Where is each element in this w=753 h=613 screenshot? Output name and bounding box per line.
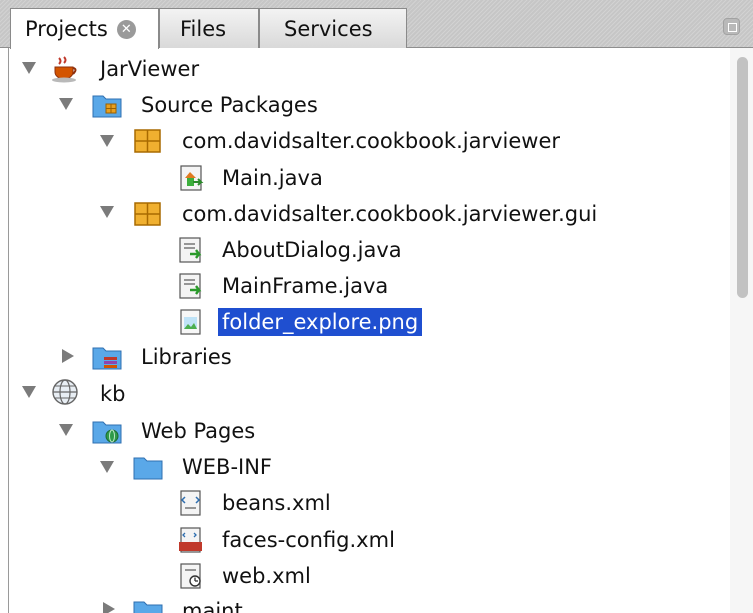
tab-files-label: Files xyxy=(180,16,227,41)
tab-bar: Projects ✕ Files Services xyxy=(0,0,753,49)
tree-item-source-packages[interactable]: Source Packages xyxy=(141,91,318,119)
tree-item-package-gui[interactable]: com.davidsalter.cookbook.jarviewer.gui xyxy=(182,200,597,228)
tree-item-package-jarviewer[interactable]: com.davidsalter.cookbook.jarviewer xyxy=(182,127,560,155)
expand-arrow-icon[interactable] xyxy=(103,602,115,613)
tree-item-web-xml[interactable]: web.xml xyxy=(222,562,311,590)
main-class-icon xyxy=(180,165,204,191)
tree-item-faces-config-xml[interactable]: faces-config.xml xyxy=(222,526,395,554)
tree-item-maint[interactable]: maint xyxy=(182,597,243,613)
minimize-window-icon[interactable] xyxy=(723,18,740,35)
folder-icon xyxy=(133,601,163,613)
expand-arrow-icon[interactable] xyxy=(100,206,114,218)
jsf-file-icon xyxy=(179,527,202,553)
tab-files[interactable]: Files xyxy=(159,8,259,48)
form-class-icon xyxy=(179,273,202,299)
image-file-icon xyxy=(180,309,201,335)
tree-item-web-inf[interactable]: WEB-INF xyxy=(182,453,272,481)
expand-arrow-icon[interactable] xyxy=(22,386,36,398)
tree-item-libraries[interactable]: Libraries xyxy=(141,343,232,371)
tab-services[interactable]: Services xyxy=(259,8,407,48)
source-folder-icon xyxy=(92,95,122,118)
package-icon xyxy=(134,129,161,153)
tree-item-beans-xml[interactable]: beans.xml xyxy=(222,489,331,517)
tree-item-main-java[interactable]: Main.java xyxy=(222,164,323,192)
package-icon xyxy=(134,202,161,226)
web-xml-icon xyxy=(180,563,201,589)
form-class-icon xyxy=(179,237,202,263)
tree-item-mainframe-java[interactable]: MainFrame.java xyxy=(222,272,388,300)
tree-item-folder-explore-png[interactable]: folder_explore.png xyxy=(218,308,423,336)
coffee-cup-icon xyxy=(52,56,77,83)
tree-item-aboutdialog-java[interactable]: AboutDialog.java xyxy=(222,236,402,264)
close-icon[interactable]: ✕ xyxy=(116,19,136,39)
expand-arrow-icon[interactable] xyxy=(59,424,73,436)
expand-arrow-icon[interactable] xyxy=(62,349,74,363)
libraries-folder-icon xyxy=(92,347,122,370)
web-pages-folder-icon xyxy=(92,421,122,444)
expand-arrow-icon[interactable] xyxy=(100,461,114,473)
scrollbar-thumb[interactable] xyxy=(737,57,748,298)
tab-services-label: Services xyxy=(284,16,373,41)
tab-projects-label: Projects xyxy=(25,17,108,41)
tree-item-web-pages[interactable]: Web Pages xyxy=(141,417,255,445)
tree-item-jarviewer[interactable]: JarViewer xyxy=(100,55,199,83)
xml-file-icon xyxy=(180,490,201,516)
globe-icon xyxy=(52,379,78,405)
tab-projects[interactable]: Projects ✕ xyxy=(10,8,159,49)
folder-icon xyxy=(133,457,163,480)
tree-item-kb[interactable]: kb xyxy=(100,380,126,408)
expand-arrow-icon[interactable] xyxy=(59,98,73,110)
expand-arrow-icon[interactable] xyxy=(22,62,36,74)
expand-arrow-icon[interactable] xyxy=(100,135,114,147)
